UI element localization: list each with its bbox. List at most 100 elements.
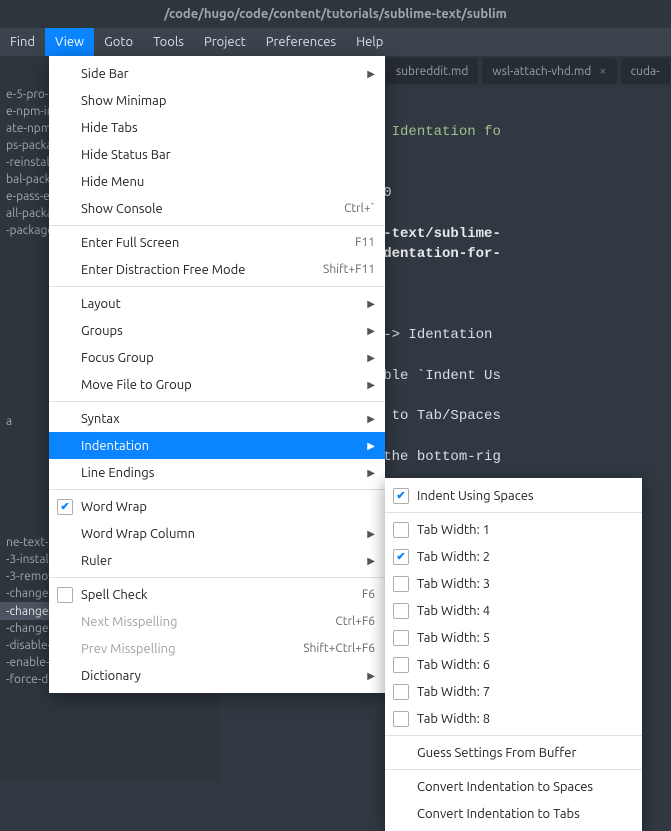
submenu-arrow-icon: ▶ bbox=[367, 440, 375, 452]
menu-item[interactable]: Syntax▶ bbox=[49, 405, 385, 432]
menu-item[interactable]: Word Wrap bbox=[49, 493, 385, 520]
menu-item-label: Focus Group bbox=[81, 351, 154, 365]
menu-item: Prev Misspelling Shift+Ctrl+F6 bbox=[49, 635, 385, 662]
menu-item[interactable]: Move File to Group▶ bbox=[49, 371, 385, 398]
menu-item-help[interactable]: Help bbox=[346, 28, 393, 56]
menu-item-label: Tab Width: 8 bbox=[417, 712, 490, 726]
menu-item[interactable]: Tab Width: 3 bbox=[385, 570, 642, 597]
menu-item-label: Tab Width: 7 bbox=[417, 685, 490, 699]
menu-item[interactable]: Word Wrap Column ▶ bbox=[49, 520, 385, 547]
submenu-arrow-icon: ▶ bbox=[367, 352, 375, 364]
menu-separator bbox=[385, 512, 642, 513]
menu-item[interactable]: Groups▶ bbox=[49, 317, 385, 344]
menu-item[interactable]: Enter Full ScreenF11 bbox=[49, 229, 385, 256]
menu-item-label: Prev Misspelling bbox=[81, 642, 176, 656]
menu-item-label: Next Misspelling bbox=[81, 615, 178, 629]
menu-separator bbox=[49, 286, 385, 287]
menu-separator bbox=[49, 401, 385, 402]
menu-item-label: Show Console bbox=[81, 202, 163, 216]
menu-item-label: Show Minimap bbox=[81, 94, 166, 108]
menu-item[interactable]: Dictionary ▶ bbox=[49, 662, 385, 689]
menu-item-label: Indentation bbox=[81, 439, 149, 453]
sidebar-file-label: ne-text-3 bbox=[6, 536, 55, 549]
menu-item[interactable]: Tab Width: 1 bbox=[385, 516, 642, 543]
menu-bar: FindViewGotoToolsProjectPreferencesHelp bbox=[0, 28, 671, 56]
menu-accelerator: Ctrl+` bbox=[344, 202, 375, 215]
menu-item-label: Line Endings bbox=[81, 466, 154, 480]
menu-item[interactable]: Tab Width: 7 bbox=[385, 678, 642, 705]
menu-item-preferences[interactable]: Preferences bbox=[256, 28, 346, 56]
checkbox-icon bbox=[393, 711, 409, 727]
menu-item[interactable]: Enter Distraction Free ModeShift+F11 bbox=[49, 256, 385, 283]
title-text: /code/hugo/code/content/tutorials/sublim… bbox=[164, 7, 507, 21]
sidebar-file-label: a bbox=[6, 415, 12, 428]
menu-accelerator: F6 bbox=[362, 588, 375, 601]
menu-item-label: Guess Settings From Buffer bbox=[417, 746, 576, 760]
menu-item-label: Word Wrap bbox=[81, 500, 147, 514]
title-bar: /code/hugo/code/content/tutorials/sublim… bbox=[0, 0, 671, 28]
menu-item-label: Dictionary bbox=[81, 669, 141, 683]
submenu-arrow-icon: ▶ bbox=[367, 298, 375, 310]
submenu-arrow-icon: ▶ bbox=[367, 528, 375, 540]
menu-item[interactable]: Tab Width: 6 bbox=[385, 651, 642, 678]
tab[interactable]: wsl-attach-vhd.md× bbox=[482, 58, 616, 84]
menu-item-label: Indent Using Spaces bbox=[417, 489, 534, 503]
menu-item-tools[interactable]: Tools bbox=[143, 28, 194, 56]
checkbox-icon bbox=[57, 499, 73, 515]
menu-item-find[interactable]: Find bbox=[0, 28, 45, 56]
menu-item[interactable]: Hide Status Bar bbox=[49, 141, 385, 168]
sidebar-file-label: -package bbox=[6, 224, 54, 237]
menu-item[interactable]: Spell CheckF6 bbox=[49, 581, 385, 608]
menu-item[interactable]: Focus Group ▶ bbox=[49, 344, 385, 371]
checkbox-icon bbox=[393, 522, 409, 538]
submenu-arrow-icon: ▶ bbox=[367, 467, 375, 479]
menu-item[interactable]: Show Minimap bbox=[49, 87, 385, 114]
menu-item[interactable]: Tab Width: 2 bbox=[385, 543, 642, 570]
menu-item[interactable]: Hide Menu bbox=[49, 168, 385, 195]
menu-item-label: Side Bar bbox=[81, 67, 129, 81]
close-icon[interactable]: × bbox=[599, 64, 606, 78]
indentation-submenu: Indent Using SpacesTab Width: 1Tab Width… bbox=[385, 478, 642, 831]
menu-item[interactable]: Side Bar▶ bbox=[49, 60, 385, 87]
menu-item-goto[interactable]: Goto bbox=[94, 28, 143, 56]
menu-item[interactable]: Show Console Ctrl+` bbox=[49, 195, 385, 222]
menu-item-project[interactable]: Project bbox=[194, 28, 256, 56]
menu-separator bbox=[49, 489, 385, 490]
tab[interactable]: cuda- bbox=[621, 58, 670, 84]
sidebar-file-label: -3-remov bbox=[6, 570, 54, 583]
menu-separator bbox=[49, 577, 385, 578]
checkbox-icon bbox=[393, 603, 409, 619]
checkbox-icon bbox=[57, 587, 73, 603]
menu-item-label: Ruler bbox=[81, 554, 112, 568]
menu-item-view[interactable]: View bbox=[45, 28, 94, 56]
menu-item[interactable]: Tab Width: 5 bbox=[385, 624, 642, 651]
submenu-arrow-icon: ▶ bbox=[367, 379, 375, 391]
menu-item-label: Word Wrap Column bbox=[81, 527, 195, 541]
tab[interactable]: subreddit.md bbox=[386, 58, 478, 84]
checkbox-icon bbox=[393, 549, 409, 565]
menu-item[interactable]: Ruler▶ bbox=[49, 547, 385, 574]
submenu-arrow-icon: ▶ bbox=[367, 670, 375, 682]
menu-item-label: Layout bbox=[81, 297, 121, 311]
menu-item-label: Hide Menu bbox=[81, 175, 144, 189]
menu-accelerator: F11 bbox=[355, 236, 375, 249]
menu-item[interactable]: Indentation ▶ bbox=[49, 432, 385, 459]
menu-item[interactable]: Line Endings ▶ bbox=[49, 459, 385, 486]
menu-item[interactable]: Indent Using Spaces bbox=[385, 482, 642, 509]
menu-item[interactable]: Tab Width: 4 bbox=[385, 597, 642, 624]
menu-item[interactable]: Layout ▶ bbox=[49, 290, 385, 317]
sidebar-file-label: -change- bbox=[6, 587, 52, 600]
menu-separator bbox=[385, 735, 642, 736]
menu-item-label: Tab Width: 4 bbox=[417, 604, 490, 618]
checkbox-icon bbox=[393, 488, 409, 504]
menu-item[interactable]: Guess Settings From Buffer bbox=[385, 739, 642, 766]
menu-accelerator: Shift+Ctrl+F6 bbox=[303, 642, 375, 655]
menu-item-label: Syntax bbox=[81, 412, 120, 426]
menu-item[interactable]: Tab Width: 8 bbox=[385, 705, 642, 732]
menu-item-label: Hide Tabs bbox=[81, 121, 138, 135]
menu-item[interactable]: Convert Indentation to Tabs bbox=[385, 800, 642, 827]
menu-item[interactable]: Convert Indentation to Spaces bbox=[385, 773, 642, 800]
menu-item-label: Enter Distraction Free Mode bbox=[81, 263, 245, 277]
menu-separator bbox=[385, 769, 642, 770]
menu-item[interactable]: Hide Tabs bbox=[49, 114, 385, 141]
